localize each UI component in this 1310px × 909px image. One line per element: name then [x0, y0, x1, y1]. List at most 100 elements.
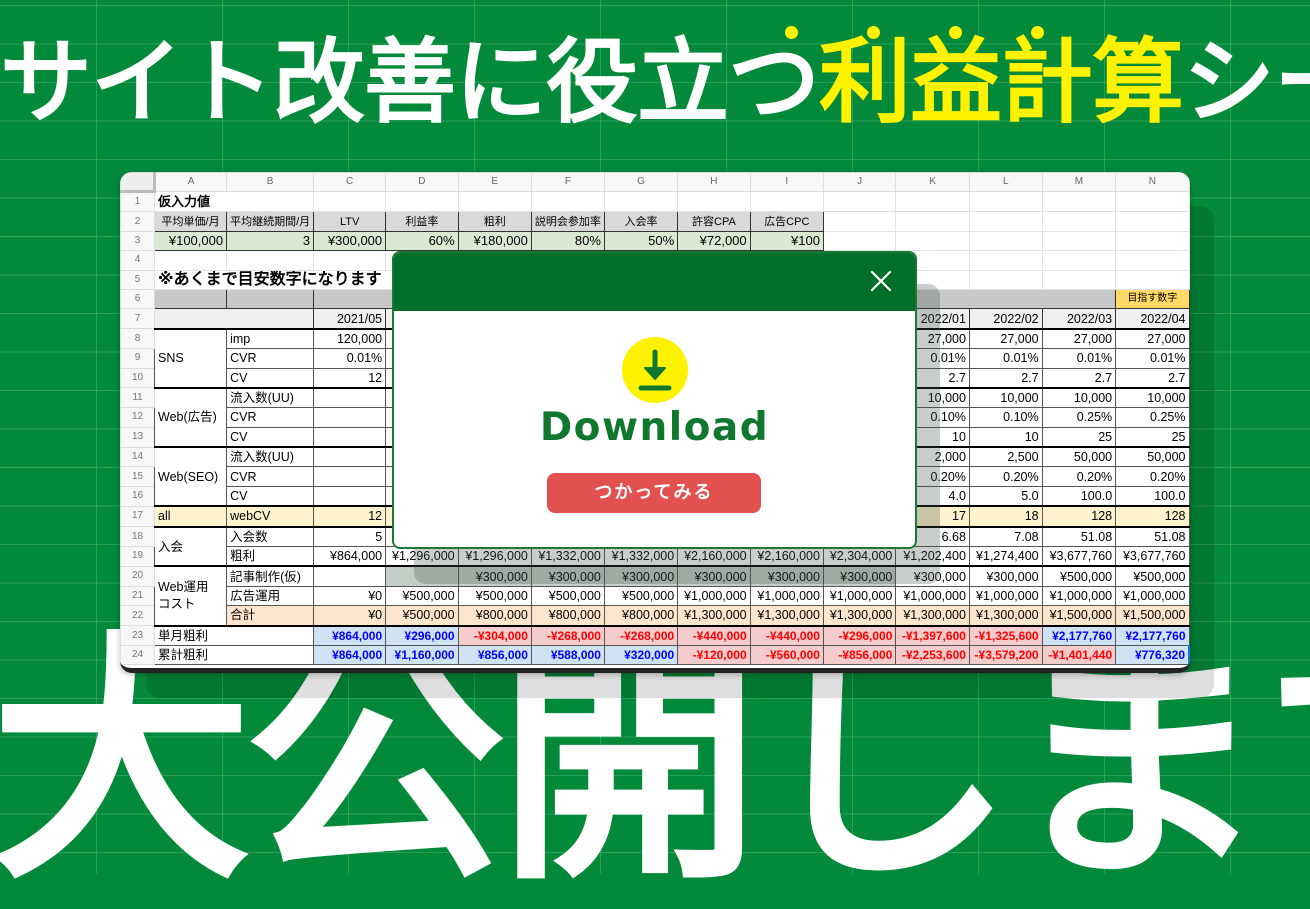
profit-cell[interactable]: ¥776,320: [1115, 644, 1190, 666]
data-cell[interactable]: ¥1,500,000: [1115, 605, 1190, 627]
input-section-title[interactable]: 仮入力値: [154, 190, 315, 213]
column-header[interactable]: F: [530, 172, 605, 192]
data-cell[interactable]: [313, 426, 387, 448]
data-cell[interactable]: 0.01%: [1041, 348, 1117, 369]
column-header[interactable]: A: [154, 172, 228, 192]
input-header[interactable]: 許容CPA: [677, 211, 751, 232]
cell[interactable]: [968, 190, 1043, 213]
data-cell[interactable]: ¥1,000,000: [1041, 585, 1117, 607]
cell[interactable]: [1041, 211, 1117, 232]
data-cell[interactable]: 128: [1041, 505, 1117, 528]
column-header[interactable]: K: [895, 172, 970, 192]
row-number[interactable]: 3: [120, 230, 156, 252]
data-cell[interactable]: ¥500,000: [1115, 565, 1190, 587]
profit-cell[interactable]: -¥440,000: [749, 624, 824, 646]
profit-label[interactable]: 累計粗利: [154, 644, 315, 666]
data-cell[interactable]: ¥1,300,000: [968, 605, 1043, 627]
cell[interactable]: [968, 230, 1043, 252]
data-cell[interactable]: [313, 485, 387, 507]
row-label[interactable]: CVR: [226, 348, 315, 369]
data-cell[interactable]: ¥500,000: [385, 585, 459, 607]
data-cell[interactable]: 10: [968, 426, 1043, 448]
data-cell[interactable]: 12: [313, 367, 387, 389]
column-header[interactable]: J: [822, 172, 897, 192]
row-label[interactable]: 流入数(UU): [226, 386, 315, 409]
data-cell[interactable]: 100.0: [1115, 485, 1190, 507]
month-header[interactable]: 2022/04: [1115, 308, 1190, 330]
cell[interactable]: [530, 190, 605, 213]
data-cell[interactable]: 5: [313, 525, 387, 548]
data-cell[interactable]: 27,000: [968, 327, 1043, 350]
row-label[interactable]: 記事制作(仮): [226, 565, 315, 587]
data-cell[interactable]: ¥3,677,760: [1115, 546, 1190, 567]
input-value[interactable]: ¥180,000: [457, 230, 532, 252]
cell[interactable]: [822, 211, 897, 232]
data-cell[interactable]: 10,000: [968, 386, 1043, 409]
profit-cell[interactable]: ¥864,000: [313, 644, 387, 666]
data-cell[interactable]: 10,000: [1115, 386, 1190, 409]
cell[interactable]: [1115, 211, 1190, 232]
column-header[interactable]: L: [968, 172, 1043, 192]
profit-cell[interactable]: -¥1,397,600: [895, 624, 970, 646]
input-value[interactable]: ¥100,000: [154, 230, 228, 252]
data-cell[interactable]: ¥1,274,400: [968, 546, 1043, 567]
profit-cell[interactable]: -¥304,000: [457, 624, 532, 646]
profit-cell[interactable]: -¥296,000: [822, 624, 897, 646]
row-label[interactable]: webCV: [226, 505, 315, 528]
cell[interactable]: [1115, 190, 1190, 213]
column-header[interactable]: N: [1115, 172, 1190, 192]
data-cell[interactable]: ¥500,000: [385, 605, 459, 627]
row-number[interactable]: 22: [120, 605, 156, 627]
cell[interactable]: [313, 250, 387, 271]
cell[interactable]: [226, 288, 315, 310]
profit-cell[interactable]: ¥864,000: [313, 624, 387, 646]
row-number[interactable]: 13: [120, 426, 156, 448]
data-cell[interactable]: 0.25%: [1041, 407, 1117, 428]
data-cell[interactable]: ¥1,000,000: [968, 585, 1043, 607]
cell[interactable]: [822, 190, 897, 213]
cell[interactable]: [154, 288, 228, 310]
data-cell[interactable]: 2.7: [968, 367, 1043, 389]
data-cell[interactable]: ¥0: [313, 605, 387, 627]
cell[interactable]: [603, 190, 679, 213]
data-cell[interactable]: ¥0: [313, 585, 387, 607]
input-header[interactable]: 入会率: [603, 211, 679, 232]
profit-cell[interactable]: -¥3,579,200: [968, 644, 1043, 666]
input-value[interactable]: 80%: [530, 230, 605, 252]
profit-cell[interactable]: -¥440,000: [677, 624, 751, 646]
column-header[interactable]: G: [603, 172, 679, 192]
profit-cell[interactable]: ¥856,000: [457, 644, 532, 666]
row-number[interactable]: 8: [120, 328, 156, 350]
data-cell[interactable]: ¥1,300,000: [749, 605, 824, 627]
cell[interactable]: [677, 190, 751, 213]
data-cell[interactable]: [313, 386, 387, 409]
input-header[interactable]: 粗利: [457, 211, 532, 232]
profit-cell[interactable]: -¥560,000: [749, 644, 824, 666]
data-cell[interactable]: 51.08: [1041, 525, 1117, 548]
profit-cell[interactable]: -¥1,325,600: [968, 624, 1043, 646]
cell[interactable]: [895, 230, 970, 252]
data-cell[interactable]: 0.01%: [1115, 348, 1190, 369]
data-cell[interactable]: 128: [1115, 505, 1190, 528]
profit-cell[interactable]: -¥268,000: [530, 624, 605, 646]
row-group-label[interactable]: Web(広告): [154, 386, 228, 448]
data-cell[interactable]: ¥800,000: [530, 605, 605, 627]
row-number[interactable]: 17: [120, 505, 156, 528]
profit-cell[interactable]: ¥588,000: [530, 644, 605, 666]
column-header[interactable]: C: [313, 172, 387, 192]
data-cell[interactable]: ¥500,000: [603, 585, 679, 607]
row-number[interactable]: 23: [120, 625, 156, 646]
data-cell[interactable]: 100.0: [1041, 485, 1117, 507]
data-cell[interactable]: 18: [968, 505, 1043, 528]
profit-cell[interactable]: ¥296,000: [385, 624, 459, 646]
cell[interactable]: [1115, 250, 1190, 271]
row-number[interactable]: 9: [120, 348, 156, 369]
data-cell[interactable]: 27,000: [1115, 327, 1190, 350]
row-number[interactable]: 7: [120, 308, 156, 330]
row-number[interactable]: 1: [120, 190, 156, 213]
row-label[interactable]: CV: [226, 426, 315, 448]
data-cell[interactable]: 50,000: [1041, 446, 1117, 468]
cell[interactable]: [154, 250, 228, 271]
row-label[interactable]: CV: [226, 485, 315, 507]
data-cell[interactable]: ¥1,300,000: [895, 605, 970, 627]
